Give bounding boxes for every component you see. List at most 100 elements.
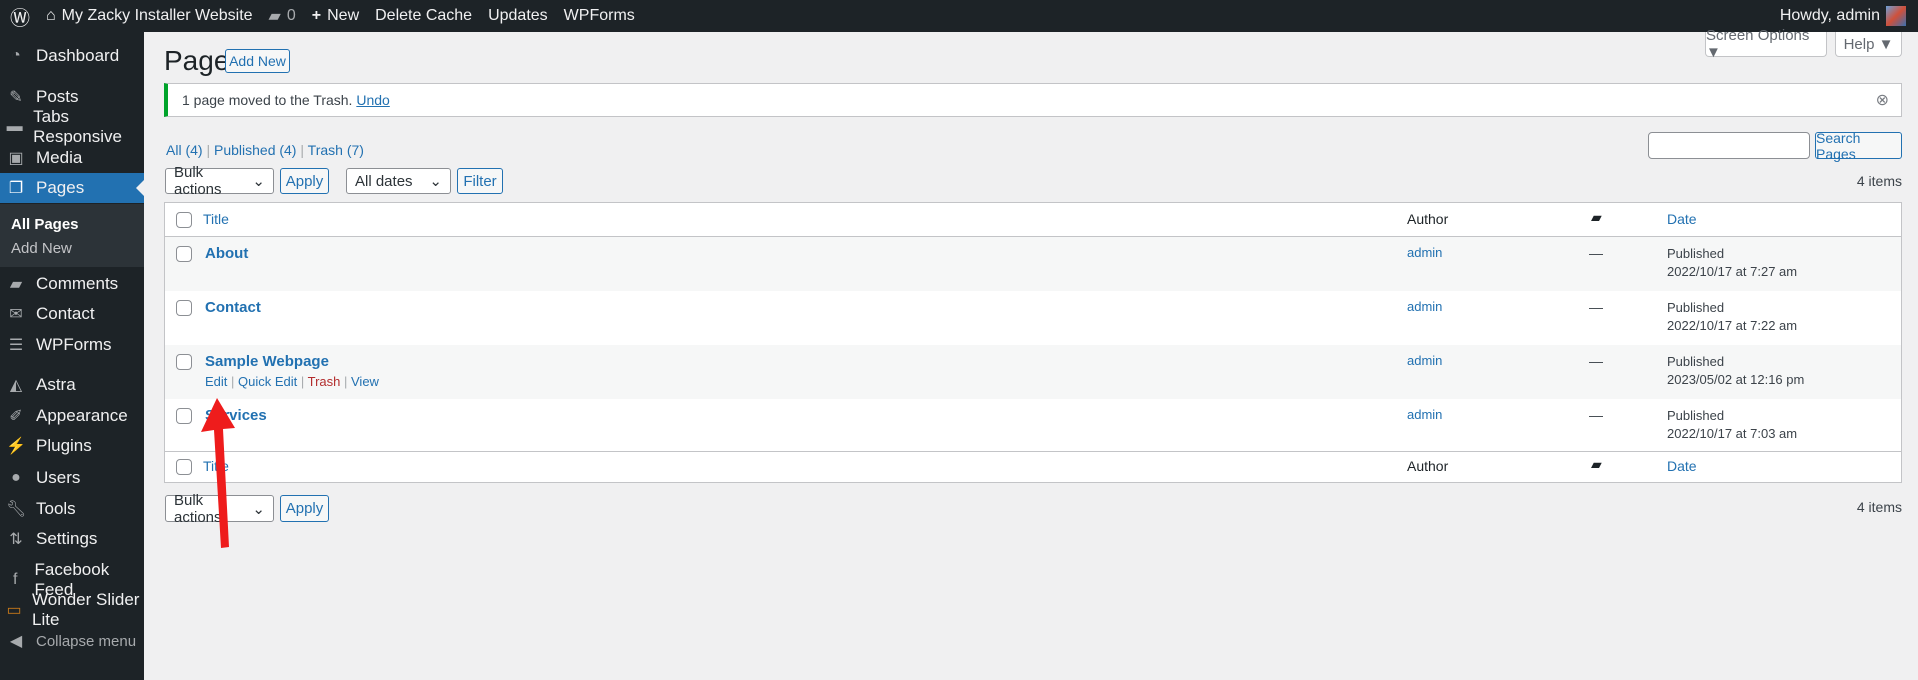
author-link[interactable]: admin <box>1407 245 1442 260</box>
sidebar-item-pages[interactable]: ❐ Pages <box>0 173 144 203</box>
wpforms-link[interactable]: WPForms <box>556 0 643 32</box>
sidebar-item-wonder-slider[interactable]: ▭ Wonder Slider Lite <box>0 590 144 629</box>
red-arrow-icon <box>201 398 235 548</box>
column-date-footer[interactable]: Date <box>1667 458 1697 474</box>
delete-cache-link[interactable]: Delete Cache <box>367 0 480 32</box>
pages-submenu: All Pages Add New <box>0 204 144 267</box>
sidebar-item-media[interactable]: ▣ Media <box>0 143 144 173</box>
help-button[interactable]: Help ▼ <box>1835 32 1902 57</box>
submenu-all-pages[interactable]: All Pages <box>11 216 79 233</box>
filter-all[interactable]: All (4) <box>166 142 203 158</box>
author-link[interactable]: admin <box>1407 299 1442 314</box>
row-checkbox[interactable] <box>176 408 192 424</box>
trash-link[interactable]: Trash <box>308 374 341 389</box>
status: Published <box>1667 300 1725 315</box>
facebook-icon: f <box>13 571 18 588</box>
page-title-link[interactable]: About <box>205 245 248 262</box>
collapse-icon: ◀ <box>9 633 23 650</box>
author-link[interactable]: admin <box>1407 353 1442 368</box>
sidebar-item-plugins[interactable]: ⚡ Plugins <box>0 431 144 461</box>
media-icon: ▣ <box>8 150 24 167</box>
sidebar-item-astra[interactable]: ◭ Astra <box>0 370 144 400</box>
submenu-add-new[interactable]: Add New <box>11 240 72 257</box>
select-all-checkbox-footer[interactable] <box>176 459 192 475</box>
sidebar-item-tabs-responsive[interactable]: ▬ Tabs Responsive <box>0 107 144 146</box>
bulk-actions-value: Bulk actions <box>174 164 222 198</box>
dates-value: All dates <box>355 172 413 190</box>
sidebar-item-contact[interactable]: ✉ Contact <box>0 299 144 329</box>
row-checkbox[interactable] <box>176 246 192 262</box>
filter-published[interactable]: Published (4) <box>214 142 297 158</box>
form-icon: ☰ <box>8 337 24 354</box>
admin-sidebar: ◔ Dashboard ✎ Posts ▬ Tabs Responsive ▣ Medi… <box>0 32 144 680</box>
sidebar-item-settings[interactable]: ⇅ Settings <box>0 524 144 554</box>
apply-button-bottom[interactable]: Apply <box>280 495 329 522</box>
brush-icon: ✐ <box>9 408 23 425</box>
date-cell: Published 2022/10/17 at 7:03 am <box>1667 407 1797 443</box>
add-new-button[interactable]: Add New <box>225 49 290 73</box>
pages-table: Title Author ▰ Date About admin — Publis… <box>164 202 1902 483</box>
page-title-link[interactable]: Sample Webpage <box>205 353 329 370</box>
row-checkbox[interactable] <box>176 300 192 316</box>
apply-button[interactable]: Apply <box>280 168 329 194</box>
sidebar-item-label: Dashboard <box>36 46 120 65</box>
comments-count: 0 <box>286 7 296 24</box>
undo-link[interactable]: Undo <box>356 92 389 108</box>
site-name-link[interactable]: ⌂ My Zacky Installer Website <box>38 0 261 32</box>
items-count: 4 items <box>1856 173 1902 189</box>
sidebar-item-appearance[interactable]: ✐ Appearance <box>0 401 144 431</box>
row-actions: Edit | Quick Edit | Trash | View <box>205 374 379 389</box>
select-all-checkbox[interactable] <box>176 212 192 228</box>
column-title[interactable]: Title <box>203 211 229 227</box>
author-link[interactable]: admin <box>1407 407 1442 422</box>
table-row: Sample Webpage Edit | Quick Edit | Trash… <box>165 345 1901 399</box>
pin-icon: ✎ <box>9 89 23 106</box>
updates-link[interactable]: Updates <box>480 0 556 32</box>
sidebar-item-label: Appearance <box>36 406 128 425</box>
chevron-down-icon: ⌄ <box>252 500 265 518</box>
comment-icon: ▰ <box>268 8 281 25</box>
sidebar-item-users[interactable]: ● Users <box>0 463 144 493</box>
search-pages-button[interactable]: Search Pages <box>1815 130 1902 162</box>
comment-column-icon[interactable]: ▰ <box>1591 456 1602 473</box>
plus-icon: + <box>311 7 322 24</box>
status: Published <box>1667 408 1725 423</box>
filter-trash[interactable]: Trash (7) <box>308 142 364 158</box>
column-date[interactable]: Date <box>1667 211 1697 227</box>
comment-count: — <box>1589 407 1603 423</box>
status: Published <box>1667 246 1725 261</box>
filter-button[interactable]: Filter <box>457 168 503 194</box>
screen-options-button[interactable]: Screen Options ▼ <box>1705 27 1827 61</box>
search-input[interactable] <box>1648 132 1810 159</box>
page-title-link[interactable]: Contact <box>205 299 261 316</box>
sidebar-item-tools[interactable]: 🔧︎ Tools <box>0 494 144 524</box>
plugin-icon: ⚡ <box>6 438 26 455</box>
dismiss-icon[interactable]: ⊗ <box>1876 90 1889 110</box>
date: 2022/10/17 at 7:03 am <box>1667 426 1798 441</box>
new-link[interactable]: + New <box>304 0 367 32</box>
comments-link[interactable]: ▰ 0 <box>261 0 304 32</box>
comment-icon: ▰ <box>9 276 23 293</box>
bulk-actions-select[interactable]: Bulk actions ⌄ <box>165 164 274 198</box>
wordpress-logo-icon[interactable]: Ⓦ <box>0 0 38 32</box>
sidebar-item-comments[interactable]: ▰ Comments <box>0 269 144 299</box>
quick-edit-link[interactable]: Quick Edit <box>238 374 297 389</box>
sidebar-item-dashboard[interactable]: ◔ Dashboard <box>0 41 144 71</box>
user-icon: ● <box>11 469 21 486</box>
edit-link[interactable]: Edit <box>205 374 227 389</box>
sidebar-item-label: Comments <box>36 274 119 293</box>
notice-text: 1 page moved to the Trash. <box>182 92 353 108</box>
pages-icon: ❐ <box>8 180 24 197</box>
view-link[interactable]: View <box>351 374 379 389</box>
date-cell: Published 2023/05/02 at 12:16 pm <box>1667 353 1804 389</box>
table-header: Title Author ▰ Date <box>165 203 1901 237</box>
comment-column-icon[interactable]: ▰ <box>1591 209 1602 226</box>
dates-select[interactable]: All dates ⌄ <box>346 168 451 194</box>
column-author-footer: Author <box>1407 458 1449 474</box>
sidebar-item-wpforms[interactable]: ☰ WPForms <box>0 330 144 360</box>
sidebar-item-label: Astra <box>36 375 76 394</box>
collapse-menu-button[interactable]: ◀ Collapse menu <box>0 626 144 656</box>
row-checkbox[interactable] <box>176 354 192 370</box>
admin-bar: Ⓦ ⌂ My Zacky Installer Website ▰ 0 + New De… <box>0 0 1918 32</box>
new-label: New <box>327 7 360 24</box>
